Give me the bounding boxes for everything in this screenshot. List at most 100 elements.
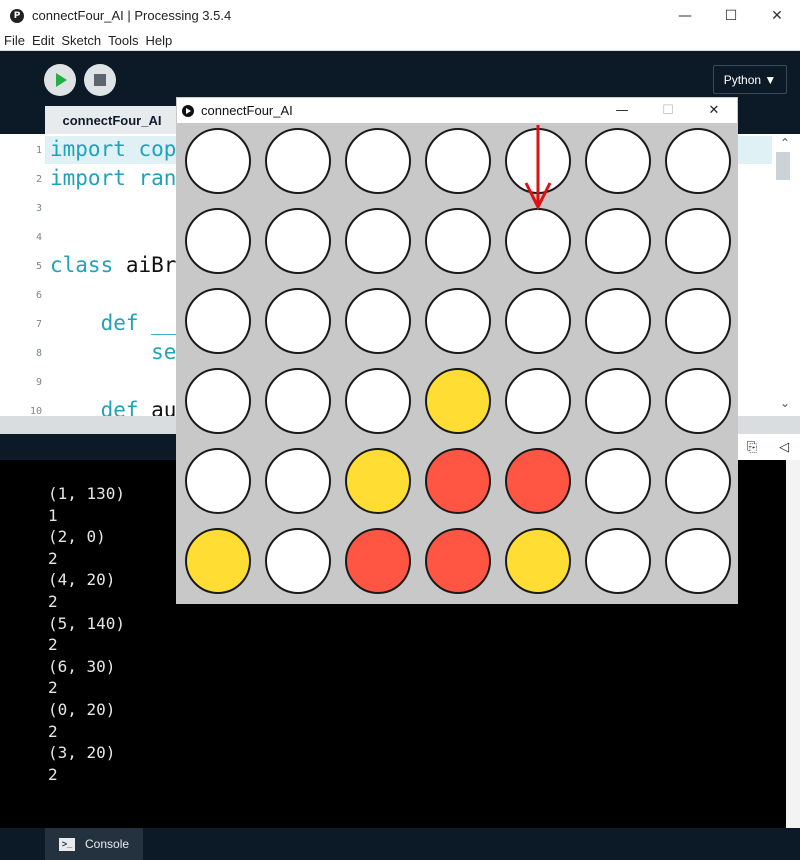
empty-slot[interactable] xyxy=(345,288,411,354)
code-token: class xyxy=(50,253,114,277)
empty-slot[interactable] xyxy=(665,448,731,514)
console-line: 2 xyxy=(48,592,58,611)
connect-four-board[interactable] xyxy=(177,123,737,603)
empty-slot[interactable] xyxy=(505,368,571,434)
empty-slot[interactable] xyxy=(265,368,331,434)
console-line: (5, 140) xyxy=(48,613,126,633)
console-line: 2 xyxy=(48,548,58,568)
code-line: se xyxy=(50,340,176,364)
empty-slot[interactable] xyxy=(665,528,731,594)
menu-bar: File Edit Sketch Tools Help xyxy=(0,31,800,51)
console-tab[interactable]: >_ Console xyxy=(45,828,143,860)
empty-slot[interactable] xyxy=(265,288,331,354)
console-line: 1 xyxy=(48,505,58,525)
scroll-down-icon[interactable]: ⌄ xyxy=(780,396,790,410)
copy-icon[interactable]: ⎘ xyxy=(747,440,757,455)
console-line: (2, 0) xyxy=(48,527,106,547)
red-disc[interactable] xyxy=(425,528,491,594)
sketch-window: connectFour_AI — ☐ ✕ xyxy=(176,97,738,604)
empty-slot[interactable] xyxy=(585,528,651,594)
empty-slot[interactable] xyxy=(185,448,251,514)
sketch-title: connectFour_AI xyxy=(201,103,293,118)
menu-edit[interactable]: Edit xyxy=(28,33,57,48)
play-icon xyxy=(56,73,67,87)
empty-slot[interactable] xyxy=(425,288,491,354)
sketch-title-bar: connectFour_AI — ☐ ✕ xyxy=(177,98,737,123)
console-line: 2 xyxy=(48,764,58,784)
empty-slot[interactable] xyxy=(265,448,331,514)
empty-slot[interactable] xyxy=(185,368,251,434)
code-token: def xyxy=(50,311,139,335)
empty-slot[interactable] xyxy=(585,368,651,434)
console-line: 2 xyxy=(48,721,58,741)
tab-connectfour-ai[interactable]: connectFour_AI xyxy=(45,106,179,134)
empty-slot[interactable] xyxy=(505,288,571,354)
console-scrollbar[interactable] xyxy=(786,460,800,828)
code-line: import cop xyxy=(50,137,176,161)
empty-slot[interactable] xyxy=(665,288,731,354)
menu-tools[interactable]: Tools xyxy=(104,33,141,48)
code-token: aiBr xyxy=(113,253,177,277)
code-token: ran xyxy=(125,166,177,190)
menu-help[interactable]: Help xyxy=(141,33,175,48)
line-number: 9 xyxy=(35,377,42,388)
empty-slot[interactable] xyxy=(665,368,731,434)
drop-arrow-icon xyxy=(524,125,552,211)
sketch-maximize-button[interactable]: ☐ xyxy=(645,98,691,123)
line-number: 5 xyxy=(35,261,42,272)
yellow-disc[interactable] xyxy=(425,368,491,434)
yellow-disc[interactable] xyxy=(185,528,251,594)
code-line: class aiBr xyxy=(50,253,176,277)
console-toolbar: ⎘ ◁ xyxy=(736,434,800,460)
yellow-disc[interactable] xyxy=(345,448,411,514)
code-line: import ran xyxy=(50,166,176,190)
red-disc[interactable] xyxy=(345,528,411,594)
menu-file[interactable]: File xyxy=(0,33,28,48)
console-line: 2 xyxy=(48,678,58,698)
editor-scrollbar[interactable]: ⌃ ⌄ xyxy=(772,134,800,416)
empty-slot[interactable] xyxy=(185,288,251,354)
mode-selector[interactable]: Python ▼ xyxy=(713,65,787,94)
line-number: 1 xyxy=(35,145,42,156)
stop-button[interactable] xyxy=(84,64,116,96)
console-line: (1, 130) xyxy=(48,484,126,503)
code-token: __ xyxy=(138,311,177,335)
footer-bar: >_ Console xyxy=(0,828,800,860)
run-button[interactable] xyxy=(44,64,76,96)
console-line: (0, 20) xyxy=(48,700,116,719)
empty-slot[interactable] xyxy=(345,368,411,434)
collapse-icon[interactable]: ◁ xyxy=(779,440,789,455)
red-disc[interactable] xyxy=(425,448,491,514)
processing-sketch-icon xyxy=(182,104,194,117)
empty-slot[interactable] xyxy=(585,288,651,354)
sketch-minimize-button[interactable]: — xyxy=(599,98,645,123)
empty-slot[interactable] xyxy=(585,448,651,514)
menu-sketch[interactable]: Sketch xyxy=(57,33,104,48)
code-token: cop xyxy=(125,137,177,161)
stop-icon xyxy=(94,74,106,86)
scroll-up-icon[interactable]: ⌃ xyxy=(780,136,790,150)
console-line: (3, 20) xyxy=(48,743,116,763)
code-token: import xyxy=(50,137,126,161)
red-disc[interactable] xyxy=(505,448,571,514)
code-line: def __ xyxy=(50,311,177,335)
close-button[interactable]: ✕ xyxy=(754,0,800,31)
minimize-button[interactable]: — xyxy=(662,0,708,31)
line-number: 8 xyxy=(35,348,42,359)
code-token: import xyxy=(50,166,126,190)
console-icon: >_ xyxy=(59,837,75,851)
scroll-thumb[interactable] xyxy=(776,152,790,180)
window-title: connectFour_AI | Processing 3.5.4 xyxy=(32,8,232,23)
empty-slot[interactable] xyxy=(265,528,331,594)
line-number: 2 xyxy=(35,174,42,185)
line-number: 3 xyxy=(35,203,42,214)
ide-title-bar: P connectFour_AI | Processing 3.5.4 — ☐ … xyxy=(0,0,800,31)
console-line: (4, 20) xyxy=(48,570,116,590)
console-line: 2 xyxy=(48,635,58,655)
yellow-disc[interactable] xyxy=(505,528,571,594)
sketch-window-controls: — ☐ ✕ xyxy=(599,98,737,123)
maximize-button[interactable]: ☐ xyxy=(708,0,754,31)
window-controls: — ☐ ✕ xyxy=(662,0,800,31)
sketch-close-button[interactable]: ✕ xyxy=(691,98,737,123)
console-tab-label: Console xyxy=(85,837,130,851)
